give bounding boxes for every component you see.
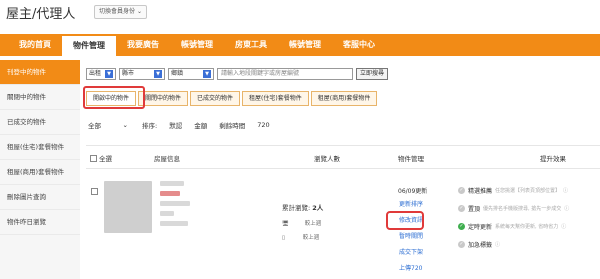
check-circle-icon: ✓	[458, 241, 465, 248]
help-icon[interactable]: ⓘ	[495, 241, 500, 248]
blurred-text	[160, 191, 180, 196]
select-all-label: 全選	[99, 155, 112, 163]
effect-title: 置頂	[468, 206, 481, 213]
sort-remaining-time[interactable]: 剩餘時間	[219, 120, 245, 130]
listing-thumbnail[interactable]	[104, 181, 152, 233]
effect-auto-refresh[interactable]: ✓ 定時更新 系統每天幫你更新, 省時省力 ⓘ	[458, 222, 566, 231]
refresh-sort-link[interactable]: 更新排序	[399, 199, 423, 208]
effect-tip: 系統每天幫你更新, 省時省力	[495, 224, 559, 230]
temporarily-close-link[interactable]: 暫時關閉	[399, 231, 423, 240]
table-header: 全選 房屋信息 瀏覽人數 物件管理 提升效果	[86, 145, 600, 169]
help-icon[interactable]: ⓘ	[563, 187, 568, 194]
city-select-value: 縣市	[122, 69, 135, 77]
desktop-compare: 較上週	[304, 221, 322, 227]
blurred-text	[160, 211, 174, 216]
row-checkbox[interactable]	[91, 188, 98, 195]
blurred-text	[160, 181, 184, 186]
tab-closed-listings[interactable]: 關閉中的物件	[138, 91, 189, 106]
effect-title: 定時更新	[468, 224, 493, 231]
nav-listings[interactable]: 物件管理	[62, 34, 116, 56]
search-button[interactable]: 立即搜尋	[356, 67, 389, 80]
district-select-value: 鄉鎮	[171, 69, 184, 77]
sort-default[interactable]: 默認	[169, 120, 182, 130]
edit-highlight-box	[386, 211, 424, 230]
col-house-info: 房屋信息	[154, 155, 180, 163]
desktop-views: 🖥 較上週	[282, 219, 321, 227]
mobile-compare: 較上週	[302, 235, 320, 241]
nav-account-2[interactable]: 帳號管理	[278, 34, 332, 56]
blurred-text	[160, 221, 188, 226]
effect-title: 精選推薦	[468, 188, 493, 195]
sort-720[interactable]: 720	[257, 121, 269, 129]
col-views: 瀏覽人數	[314, 155, 340, 163]
effect-top[interactable]: ✓ 置頂 優先排名手機版搜尋, 搶先一步成交 ⓘ	[458, 204, 569, 213]
type-select-value: 出租	[89, 69, 102, 77]
mobile-views: ▯ 較上週	[282, 233, 319, 241]
dropdown-arrow-icon: ▼	[154, 69, 162, 78]
mobile-icon: ▯	[282, 235, 286, 241]
tab-highlight-box	[83, 86, 145, 109]
effect-tip: 任您挑選【列表頁頂部位置】	[495, 188, 561, 194]
filter-bar: 出租 ▼ 縣市 ▼ 鄉鎮 ▼ 請輸入地段關鍵字或房屋編號 立即搜尋	[86, 67, 389, 80]
select-all[interactable]: 全選	[90, 153, 112, 163]
page-title: 屋主/代理人	[6, 7, 76, 22]
switch-identity-label: 切換會員身份	[99, 8, 136, 15]
header: 屋主/代理人 切換會員身份 ⌄	[0, 0, 600, 26]
check-circle-icon: ✓	[458, 205, 465, 212]
views-label: 累計瀏覽:	[282, 204, 311, 212]
scope-select[interactable]: 全部 ⌄	[86, 119, 130, 131]
sidebar-item-commercial-package[interactable]: 租屋(商用)套餐物件	[0, 160, 80, 185]
search-input[interactable]: 請輸入地段關鍵字或房屋編號	[217, 67, 353, 80]
desktop-icon: 🖥	[282, 221, 289, 227]
help-icon[interactable]: ⓘ	[564, 205, 569, 212]
tab-commercial-package[interactable]: 租屋(商用)套餐物件	[310, 91, 378, 106]
tab-residential-package[interactable]: 租屋(住宅)套餐物件	[242, 91, 309, 106]
effect-title: 加急標籤	[468, 242, 493, 249]
sidebar-item-active-listings[interactable]: 刊登中的物件	[0, 60, 80, 85]
main-nav: 我的首頁 物件管理 我要廣告 帳號管理 房東工具 帳號管理 客服中心	[0, 34, 600, 56]
city-select[interactable]: 縣市 ▼	[119, 67, 165, 80]
sort-price[interactable]: 金額	[194, 120, 207, 130]
nav-home[interactable]: 我的首頁	[8, 34, 62, 56]
updated-date: 06/09更新	[398, 188, 428, 195]
district-select[interactable]: 鄉鎮 ▼	[168, 67, 214, 80]
sidebar-item-closed-listings[interactable]: 關閉中的物件	[0, 85, 80, 110]
deal-delist-link[interactable]: 成交下架	[399, 247, 423, 256]
chevron-down-icon: ⌄	[122, 121, 128, 129]
col-effect: 提升效果	[540, 155, 566, 163]
chevron-down-icon: ⌄	[137, 8, 143, 15]
check-circle-icon: ✓	[458, 223, 465, 230]
nav-support[interactable]: 客服中心	[332, 34, 386, 56]
check-circle-icon: ✓	[458, 187, 465, 194]
scope-select-value: 全部	[88, 122, 101, 130]
sort-bar: 全部 ⌄ 排序: 默認 金額 剩餘時間 720	[86, 118, 270, 132]
sort-label: 排序:	[142, 122, 158, 130]
effect-tip: 優先排名手機版搜尋, 搶先一步成交	[483, 206, 562, 212]
select-all-checkbox[interactable]	[90, 155, 97, 162]
effect-urgent-tag[interactable]: ✓ 加急標籤 ⓘ	[458, 240, 500, 249]
nav-advertise[interactable]: 我要廣告	[116, 34, 170, 56]
sidebar-item-sold-listings[interactable]: 已成交的物件	[0, 110, 80, 135]
type-select[interactable]: 出租 ▼	[86, 67, 116, 80]
col-manage: 物件管理	[398, 155, 424, 163]
sidebar: 刊登中的物件 關閉中的物件 已成交的物件 租屋(住宅)套餐物件 租屋(商用)套餐…	[0, 60, 80, 279]
effect-featured[interactable]: ✓ 精選推薦 任您挑選【列表頁頂部位置】 ⓘ	[458, 186, 568, 195]
nav-account[interactable]: 帳號管理	[170, 34, 224, 56]
tab-sold-listings[interactable]: 已成交的物件	[190, 91, 241, 106]
dropdown-arrow-icon: ▼	[203, 69, 211, 78]
blurred-text	[160, 201, 190, 206]
views-summary: 累計瀏覽: 2人	[282, 202, 323, 212]
views-value: 2人	[312, 204, 324, 212]
nav-landlord-tools[interactable]: 房東工具	[224, 34, 278, 56]
table-row: 累計瀏覽: 2人 🖥 較上週 ▯ 較上週 06/09更新 更新排序 修改資訊 暫…	[86, 169, 600, 279]
switch-identity-button[interactable]: 切換會員身份 ⌄	[94, 5, 148, 19]
dropdown-arrow-icon: ▼	[105, 69, 113, 78]
upload-720-link[interactable]: 上傳720	[399, 263, 422, 272]
sidebar-item-deleted-images[interactable]: 刪除圖片查詢	[0, 185, 80, 210]
sidebar-item-residential-package[interactable]: 租屋(住宅)套餐物件	[0, 135, 80, 160]
sidebar-item-yesterday-views[interactable]: 物件昨日瀏覽	[0, 210, 80, 235]
help-icon[interactable]: ⓘ	[561, 223, 566, 230]
